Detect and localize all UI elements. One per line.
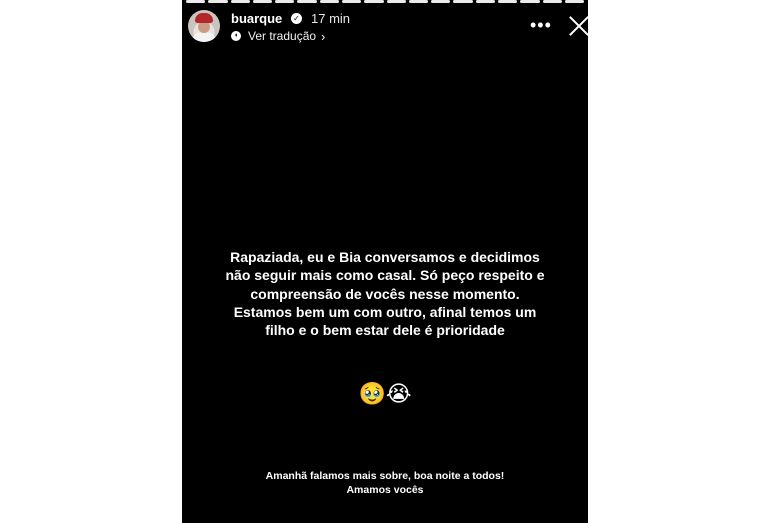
story-message: Rapaziada, eu e Bia conversamos e decidi… (182, 248, 588, 339)
story-footer-text: Amanhã falamos mais sobre, boa noite a t… (182, 469, 588, 497)
progress-segment (497, 0, 518, 3)
progress-segment (275, 0, 295, 3)
message-line: não seguir mais como casal. Só peço resp… (225, 267, 545, 284)
progress-segment (364, 0, 384, 3)
progress-segment (297, 0, 317, 3)
progress-segment (475, 0, 495, 3)
post-time: 17 min (311, 11, 351, 26)
username[interactable]: buarque (231, 11, 282, 26)
progress-segment (341, 0, 362, 3)
progress-segment (252, 0, 273, 3)
progress-segment (564, 0, 585, 3)
progress-segment (431, 0, 451, 3)
emoji-stickers: 🥹😭 (358, 381, 412, 406)
progress-segment (208, 0, 228, 3)
story-header: buarque ✓ 17 min ◖ Ver tradução › ••• (188, 8, 582, 46)
message-line: compreensão de vocês nesse momento. (250, 285, 520, 302)
progress-segment (186, 0, 206, 3)
close-icon[interactable] (568, 15, 588, 37)
more-options-icon[interactable]: ••• (530, 16, 552, 34)
verified-badge-icon: ✓ (291, 13, 302, 24)
message-line: filho e o bem estar dele é prioridade (265, 322, 505, 339)
progress-segment (520, 0, 540, 3)
translate-icon: ◖ (231, 31, 241, 41)
progress-segment (386, 0, 406, 3)
chevron-right-icon: › (321, 28, 326, 44)
avatar[interactable] (188, 10, 220, 42)
progress-segment (453, 0, 473, 3)
footer-line: Amanhã falamos mais sobre, boa noite a t… (265, 470, 505, 482)
progress-segment (408, 0, 429, 3)
message-line: Rapaziada, eu e Bia conversamos e decidi… (230, 249, 540, 265)
story-viewer[interactable]: buarque ✓ 17 min ◖ Ver tradução › ••• Ra… (182, 0, 588, 523)
progress-segment (230, 0, 250, 3)
footer-line: Amamos vocês (346, 484, 424, 496)
progress-segment (542, 0, 562, 3)
see-translation-label: Ver tradução (248, 29, 317, 43)
see-translation-link[interactable]: ◖ Ver tradução › (231, 28, 325, 44)
progress-segment (319, 0, 339, 3)
story-progress-bar (186, 0, 585, 4)
message-line: Estamos bem um com outro, afinal temos u… (233, 303, 537, 320)
